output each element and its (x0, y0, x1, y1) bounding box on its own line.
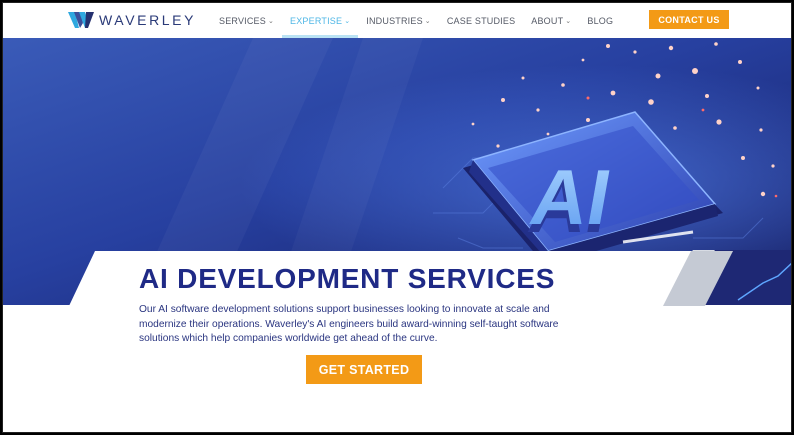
nav-item-label: BLOG (587, 15, 614, 26)
nav-item-about[interactable]: ABOUT ⌄ (523, 3, 579, 38)
nav-item-expertise[interactable]: EXPERTISE ⌄ (282, 3, 359, 38)
nav-item-services[interactable]: SERVICES ⌄ (211, 3, 282, 38)
chevron-down-icon: ⌄ (424, 17, 431, 25)
nav-item-industries[interactable]: INDUSTRIES ⌄ (358, 3, 439, 38)
logo-text: WAVERLEY (99, 12, 197, 28)
chip-ai-lettering: AI (524, 154, 617, 241)
chevron-down-icon: ⌄ (344, 17, 351, 25)
nav-item-blog[interactable]: BLOG (579, 3, 621, 38)
nav-item-label: EXPERTISE (290, 15, 343, 26)
chevron-down-icon: ⌄ (565, 17, 572, 25)
page-title: AI DEVELOPMENT SERVICES (139, 263, 556, 294)
nav-item-case-studies[interactable]: CASE STUDIES (439, 3, 523, 38)
nav-item-label: SERVICES (219, 15, 266, 26)
get-started-button[interactable]: GET STARTED (306, 355, 422, 384)
main-nav: SERVICES ⌄ EXPERTISE ⌄ INDUSTRIES ⌄ CASE ST… (211, 3, 621, 38)
waverley-logo-icon (68, 12, 94, 28)
chevron-down-icon: ⌄ (267, 17, 275, 25)
contact-us-button[interactable]: CONTACT US (649, 10, 729, 29)
hero-description: Our AI software development solutions su… (139, 304, 559, 344)
logo[interactable]: WAVERLEY (68, 11, 196, 29)
browser-viewport: WAVERLEY SERVICES ⌄ EXPERTISE ⌄ INDUSTRIES… (2, 2, 792, 433)
site-header: WAVERLEY SERVICES ⌄ EXPERTISE ⌄ INDUSTRIES… (3, 3, 791, 38)
nav-item-label: CASE STUDIES (446, 15, 516, 26)
nav-item-label: ABOUT (531, 15, 564, 26)
nav-item-label: INDUSTRIES (366, 15, 423, 26)
